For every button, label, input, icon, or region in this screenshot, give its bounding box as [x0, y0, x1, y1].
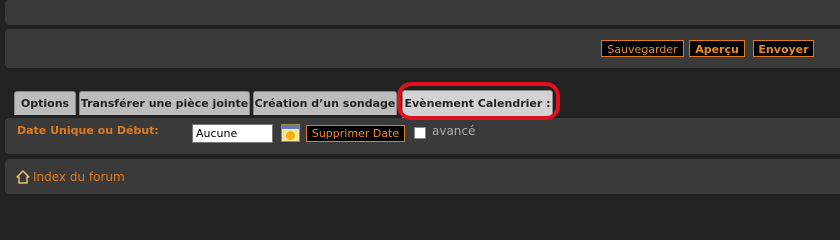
- home-icon[interactable]: [16, 170, 30, 184]
- date-start-label: Date Unique ou Début:: [17, 124, 159, 137]
- send-button[interactable]: Envoyer: [753, 40, 814, 57]
- top-panel: [5, 0, 840, 25]
- date-start-input[interactable]: [192, 124, 273, 143]
- tab-attachment[interactable]: Transférer une pièce jointe: [79, 91, 250, 115]
- tab-options[interactable]: Options: [14, 91, 76, 115]
- footer-bar: [5, 159, 840, 194]
- calendar-icon[interactable]: [281, 124, 300, 142]
- advanced-label: avancé: [432, 124, 476, 138]
- advanced-checkbox[interactable]: [414, 127, 426, 139]
- forum-index-link[interactable]: Index du forum: [33, 170, 125, 184]
- highlight-annotation: [397, 82, 560, 120]
- tab-poll[interactable]: Création d’un sondage: [253, 91, 397, 115]
- save-button[interactable]: Sauvegarder: [601, 40, 684, 57]
- delete-date-button[interactable]: Supprimer Date: [306, 125, 405, 142]
- preview-button[interactable]: Aperçu: [689, 40, 745, 57]
